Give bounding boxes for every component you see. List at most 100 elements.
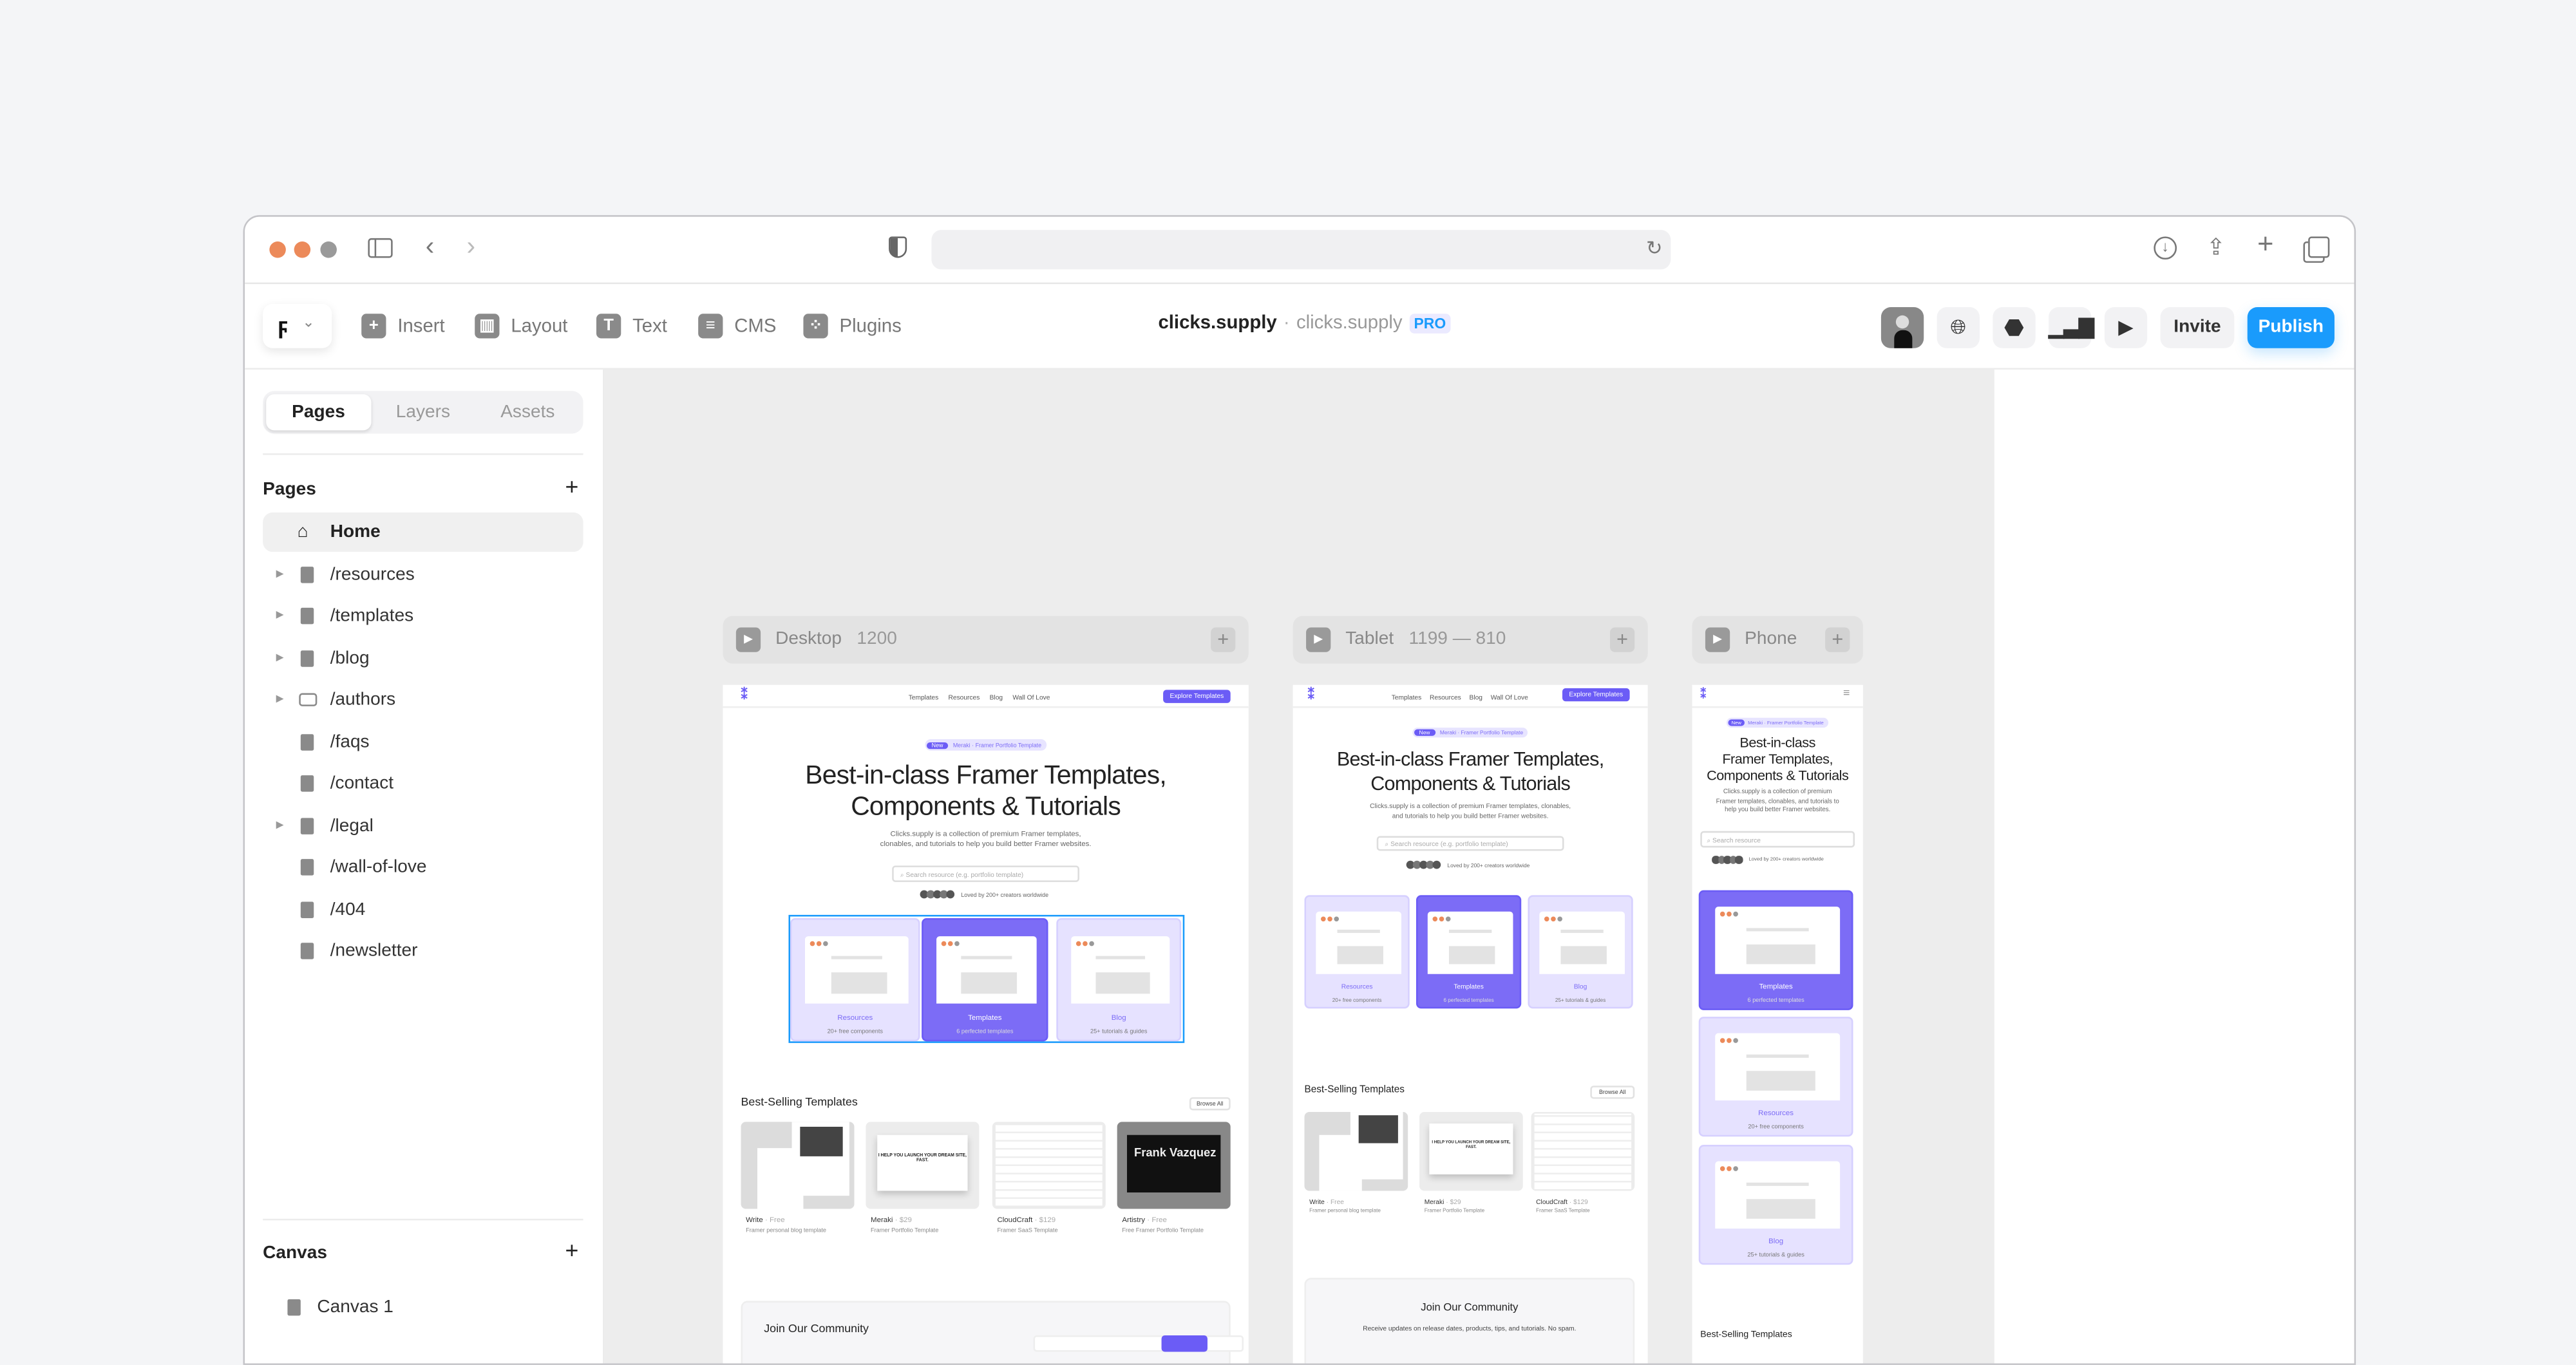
category-card-templates[interactable]: Templates 6 perfected templates	[922, 918, 1048, 1042]
template-thumbnail[interactable]: I HELP YOU LAUNCH YOUR DREAM SITE, FAST.	[866, 1122, 980, 1209]
template-name[interactable]: Write · Free	[746, 1216, 785, 1224]
tablet-breakpoint-header[interactable]: ▶ Tablet 1199 — 810 +	[1293, 616, 1648, 664]
phone-frame[interactable]: ⁑ ≡ New Meraki · Framer Portfolio Templat…	[1692, 684, 1863, 1364]
expand-caret-icon[interactable]: ▶	[276, 554, 284, 594]
page-item[interactable]: ▶ /resources	[263, 554, 583, 594]
play-icon[interactable]: ▶	[1306, 627, 1331, 652]
template-thumbnail[interactable]: Frank Vazquez	[1117, 1122, 1231, 1209]
template-name[interactable]: Meraki · $29	[1425, 1198, 1461, 1206]
reload-icon[interactable]: ↻	[1646, 236, 1663, 259]
back-icon[interactable]: ‹	[426, 234, 435, 261]
search-input[interactable]: ⌕ Search resource (e.g. portfolio templa…	[892, 865, 1080, 882]
template-name[interactable]: Artistry · Free	[1122, 1216, 1167, 1224]
template-thumbnail[interactable]	[992, 1122, 1106, 1209]
avatar[interactable]	[1880, 307, 1924, 348]
template-name[interactable]: CloudCraft · $129	[1536, 1198, 1588, 1206]
category-card-blog[interactable]: Blog 25+ tutorials & guides	[1698, 1145, 1853, 1265]
desktop-breakpoint-header[interactable]: ▶ Desktop 1200 +	[723, 616, 1249, 664]
subscribe-button[interactable]	[1161, 1335, 1208, 1352]
tab-assets[interactable]: Assets	[475, 394, 580, 430]
template-name[interactable]: Meraki · $29	[871, 1216, 912, 1224]
nav-link[interactable]: Wall Of Love	[1012, 693, 1050, 702]
shield-icon[interactable]	[889, 236, 907, 258]
play-icon[interactable]: ▶	[735, 627, 761, 652]
page-item[interactable]: ⌂ Home	[263, 512, 583, 552]
category-card-resources[interactable]: Resources 20+ free components	[790, 918, 920, 1042]
explore-templates-button[interactable]: Explore Templates	[1163, 690, 1231, 703]
expand-caret-icon[interactable]: ▶	[276, 680, 284, 719]
canvas-item[interactable]: Canvas 1	[250, 1288, 570, 1327]
browse-all-button[interactable]: Browse All	[1189, 1097, 1231, 1111]
nav-link[interactable]: Blog	[1470, 693, 1482, 702]
text-button[interactable]: T Text	[596, 314, 667, 339]
layout-button[interactable]: ▥ Layout	[475, 314, 567, 339]
globe-icon[interactable]: 🌐︎	[1937, 307, 1980, 348]
download-icon[interactable]: ↓	[2154, 236, 2177, 260]
search-input[interactable]: ⌕ Search resource (e.g. portfolio templa…	[1376, 836, 1564, 851]
tablet-frame[interactable]: ⁑ Templates Resources Blog Wall Of Love Exp…	[1293, 684, 1648, 1364]
nav-link[interactable]: Wall Of Love	[1491, 693, 1528, 702]
nav-link[interactable]: Blog	[990, 693, 1003, 702]
address-bar[interactable]: ↻	[931, 230, 1671, 270]
template-name[interactable]: Write · Free	[1309, 1198, 1344, 1206]
play-icon[interactable]: ▶	[2104, 307, 2148, 348]
maximize-window-button[interactable]	[320, 241, 337, 258]
nav-link[interactable]: Templates	[909, 693, 939, 702]
browse-all-button[interactable]: Browse All	[1590, 1086, 1635, 1099]
share-icon[interactable]: ⇪	[2206, 235, 2226, 258]
template-thumbnail[interactable]	[1531, 1112, 1635, 1191]
tab-pages[interactable]: Pages	[266, 394, 371, 431]
template-thumbnail[interactable]	[741, 1122, 855, 1209]
announcement-badge[interactable]: New Meraki · Framer Portfolio Template	[925, 739, 1046, 751]
page-item[interactable]: ▶ /legal	[263, 805, 583, 845]
play-icon[interactable]: ▶	[1705, 627, 1730, 652]
page-item[interactable]: /newsletter	[263, 931, 583, 970]
phone-breakpoint-header[interactable]: ▶ Phone +	[1692, 616, 1863, 664]
page-item[interactable]: /404	[263, 889, 583, 928]
analytics-icon[interactable]: ▁▃▇	[2049, 307, 2094, 348]
category-card-resources[interactable]: Resources 20+ free components	[1304, 895, 1410, 1009]
expand-caret-icon[interactable]: ▶	[276, 805, 284, 845]
category-card-templates[interactable]: Templates 6 perfected templates	[1698, 890, 1853, 1010]
category-card-blog[interactable]: Blog 25+ tutorials & guides	[1056, 918, 1182, 1042]
project-title[interactable]: clicks.supply · clicks.supply PRO	[1158, 314, 1451, 334]
template-thumbnail[interactable]	[1304, 1112, 1408, 1191]
nav-link[interactable]: Resources	[1430, 693, 1461, 702]
plugins-button[interactable]: ⁘ Plugins	[803, 314, 902, 339]
invite-button[interactable]: Invite	[2160, 307, 2235, 348]
add-canvas-button[interactable]: +	[565, 1237, 579, 1263]
nav-link[interactable]: Templates	[1392, 693, 1422, 702]
template-thumbnail[interactable]: I HELP YOU LAUNCH YOUR DREAM SITE, FAST.	[1419, 1112, 1523, 1191]
minimize-window-button[interactable]	[294, 241, 311, 258]
menu-icon[interactable]: ≡	[1843, 688, 1850, 700]
insert-button[interactable]: + Insert	[361, 314, 445, 339]
tabs-icon[interactable]	[2308, 236, 2330, 258]
framer-menu-button[interactable]: ϝ ⌄	[263, 303, 332, 348]
category-card-blog[interactable]: Blog 25+ tutorials & guides	[1528, 895, 1633, 1009]
page-item[interactable]: ▶ /templates	[263, 596, 583, 635]
publish-button[interactable]: Publish	[2247, 307, 2334, 348]
page-item[interactable]: /faqs	[263, 722, 583, 761]
new-tab-icon[interactable]: +	[2257, 230, 2273, 258]
category-card-templates[interactable]: Templates 6 perfected templates	[1416, 895, 1522, 1009]
canvas[interactable]: ▶ Desktop 1200 + ▶ Tablet 1199 — 810 + ▶ Phon…	[604, 369, 1994, 1364]
forward-icon[interactable]: ›	[466, 234, 475, 261]
page-item[interactable]: /contact	[263, 764, 583, 803]
settings-icon[interactable]: ⬣	[1993, 307, 2036, 348]
explore-templates-button[interactable]: Explore Templates	[1562, 688, 1630, 702]
template-name[interactable]: CloudCraft · $129	[997, 1216, 1056, 1224]
add-breakpoint-icon[interactable]: +	[1609, 627, 1635, 652]
cms-button[interactable]: ≡ CMS	[698, 314, 777, 339]
announcement-badge[interactable]: New Meraki · Framer Portfolio Template	[1726, 717, 1829, 728]
page-item[interactable]: ▶ /authors	[263, 680, 583, 719]
tab-layers[interactable]: Layers	[371, 394, 475, 430]
close-window-button[interactable]	[269, 241, 286, 258]
page-item[interactable]: ▶ /blog	[263, 638, 583, 677]
sidebar-icon[interactable]	[368, 238, 393, 258]
page-item[interactable]: /wall-of-love	[263, 847, 583, 887]
add-breakpoint-icon[interactable]: +	[1211, 627, 1236, 652]
category-card-resources[interactable]: Resources 20+ free components	[1698, 1017, 1853, 1137]
expand-caret-icon[interactable]: ▶	[276, 596, 284, 635]
add-breakpoint-icon[interactable]: +	[1825, 627, 1850, 652]
expand-caret-icon[interactable]: ▶	[276, 638, 284, 677]
